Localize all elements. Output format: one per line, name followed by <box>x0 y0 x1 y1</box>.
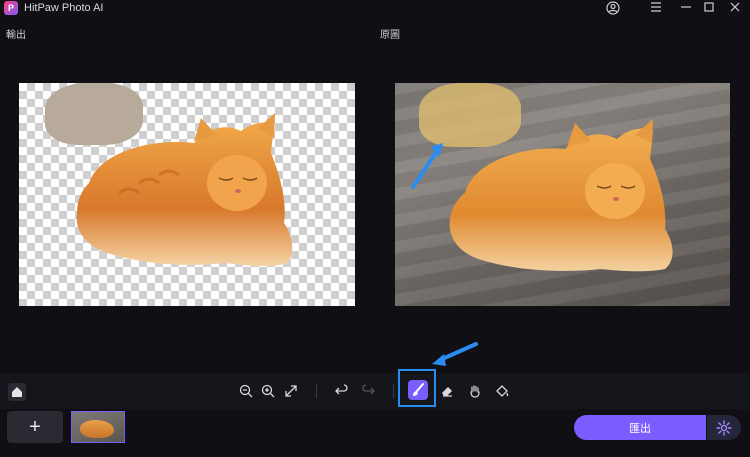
title-bar: P HitPaw Photo AI <box>0 0 750 16</box>
zoom-out-icon <box>239 384 253 398</box>
eraser-icon <box>442 387 452 397</box>
redo-icon <box>362 384 375 395</box>
toolbar-divider <box>393 384 394 398</box>
add-image-button[interactable]: + <box>7 411 63 443</box>
cat-original-image <box>449 119 673 272</box>
fit-to-screen-button[interactable] <box>283 383 299 399</box>
home-icon <box>12 387 22 397</box>
undo-button[interactable] <box>334 383 350 399</box>
close-icon[interactable] <box>724 0 746 14</box>
undo-icon <box>335 384 348 395</box>
home-button[interactable] <box>8 383 26 401</box>
tool-bar <box>0 373 750 409</box>
zoom-in-button[interactable] <box>260 383 276 399</box>
export-button[interactable]: 匯出 <box>574 415 706 440</box>
hamburger-icon[interactable] <box>645 0 667 14</box>
original-panel-label: 原圖 <box>380 30 400 41</box>
hand-icon <box>470 385 480 398</box>
gear-icon <box>716 419 732 436</box>
paint-bucket-icon <box>496 385 509 397</box>
brush-button[interactable] <box>408 380 428 400</box>
app-logo: P <box>4 1 18 15</box>
paint-bucket-button[interactable] <box>494 383 510 399</box>
cat-cutout-image <box>76 113 293 267</box>
bottom-bar: + 匯出 <box>0 409 750 457</box>
expand-icon <box>285 385 297 397</box>
hand-button[interactable] <box>467 383 483 399</box>
brush-icon <box>413 383 424 396</box>
minimize-icon[interactable] <box>675 0 697 14</box>
maximize-icon[interactable] <box>698 0 720 14</box>
toolbar-divider <box>316 384 317 398</box>
pointer-arrow-icon <box>411 143 443 189</box>
image-thumbnail[interactable] <box>71 411 125 443</box>
user-circle-icon[interactable] <box>605 0 621 16</box>
app-title: HitPaw Photo AI <box>24 2 104 14</box>
zoom-in-icon <box>261 384 275 398</box>
output-canvas[interactable] <box>19 83 355 306</box>
settings-button[interactable] <box>707 415 741 440</box>
output-panel-label: 輸出 <box>6 30 26 41</box>
original-canvas[interactable] <box>395 83 730 306</box>
redo-button[interactable] <box>360 383 376 399</box>
zoom-out-button[interactable] <box>238 383 254 399</box>
pointer-arrow-icon <box>432 342 478 366</box>
eraser-button[interactable] <box>439 383 455 399</box>
thumbnail-cat <box>80 420 114 438</box>
